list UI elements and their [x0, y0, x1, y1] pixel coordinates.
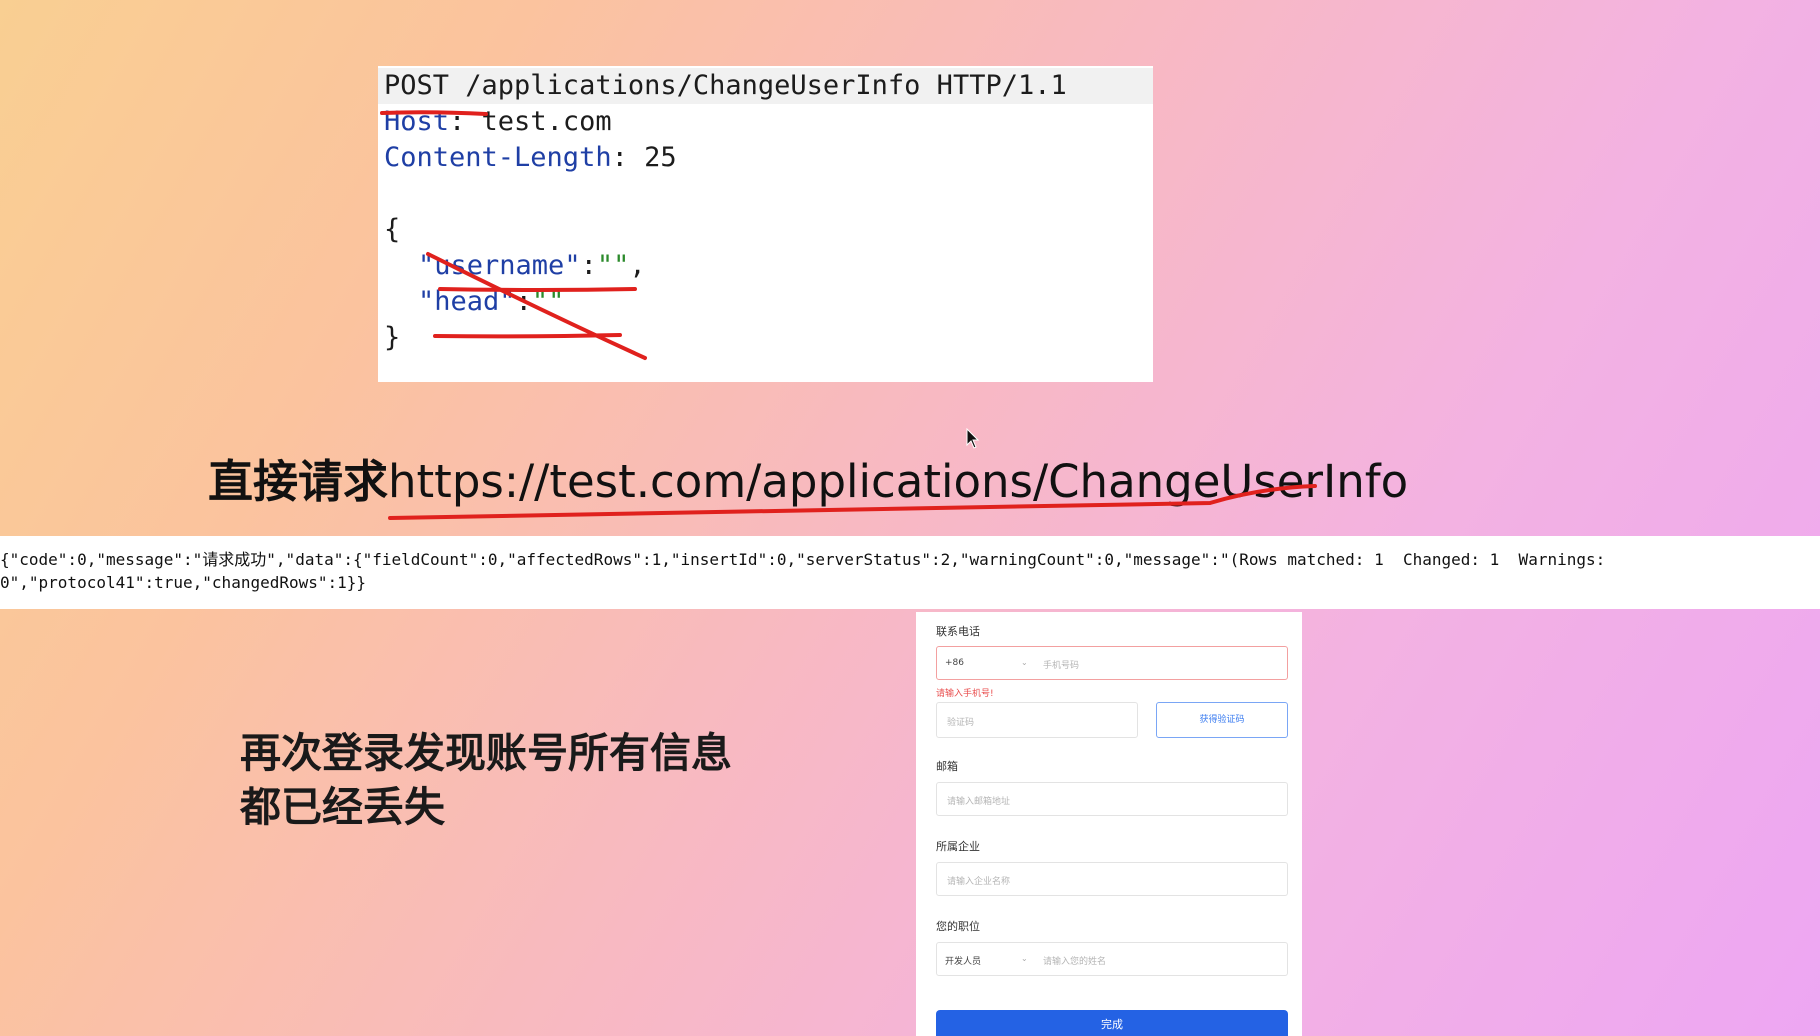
- response-line-1: {"code":0,"message":"请求成功","data":{"fiel…: [0, 550, 1606, 569]
- email-label: 邮箱: [936, 760, 958, 773]
- headline: 直接请求https://test.com/applications/Change…: [208, 452, 1408, 512]
- get-code-button[interactable]: 获得验证码: [1156, 702, 1288, 738]
- response-line-2: 0","protocol41":true,"changedRows":1}}: [0, 573, 367, 592]
- headline-prefix: 直接请求: [208, 455, 389, 508]
- host-key: Host: [384, 106, 450, 137]
- host-value: test.com: [481, 106, 612, 137]
- host-header: Host: test.com: [384, 106, 612, 137]
- chevron-down-icon: ⌄: [1021, 658, 1028, 667]
- head-field-line: "head":"": [418, 286, 565, 317]
- caption: 再次登录发现账号所有信息 都已经丢失: [240, 726, 732, 834]
- headline-url: https://test.com/applications/ChangeUser…: [388, 455, 1409, 508]
- http-request-snippet: POST /applications/ChangeUserInfo HTTP/1…: [378, 66, 1153, 382]
- country-code-select[interactable]: +86: [945, 658, 964, 668]
- company-label: 所属企业: [936, 840, 980, 853]
- profile-form: 联系电话 +86 ⌄ 手机号码 请输入手机号! 验证码 获得验证码 邮箱 请输入…: [916, 612, 1302, 1036]
- username-field: username: [434, 250, 565, 281]
- chevron-down-icon: ⌄: [1021, 954, 1028, 963]
- caption-line-1: 再次登录发现账号所有信息: [240, 729, 732, 777]
- head-field: head: [434, 286, 500, 317]
- position-input[interactable]: 开发人员 ⌄ 请输入您的姓名: [936, 942, 1288, 976]
- content-length-value: 25: [644, 142, 677, 173]
- close-brace: }: [384, 322, 401, 353]
- mouse-cursor-icon: [966, 428, 980, 449]
- phone-error: 请输入手机号!: [936, 689, 994, 699]
- name-placeholder: 请输入您的姓名: [1043, 957, 1107, 967]
- phone-placeholder: 手机号码: [1043, 661, 1080, 671]
- phone-label: 联系电话: [936, 625, 980, 638]
- email-placeholder: 请输入邮箱地址: [947, 797, 1011, 807]
- email-input[interactable]: 请输入邮箱地址: [936, 782, 1288, 816]
- request-line: POST /applications/ChangeUserInfo HTTP/1…: [378, 68, 1153, 104]
- verification-code-input[interactable]: 验证码: [936, 702, 1138, 738]
- content-length-key: Content-Length: [384, 142, 612, 173]
- position-select[interactable]: 开发人员: [945, 954, 981, 967]
- submit-button[interactable]: 完成: [936, 1010, 1288, 1036]
- slide: POST /applications/ChangeUserInfo HTTP/1…: [0, 0, 1820, 1036]
- response-output: {"code":0,"message":"请求成功","data":{"fiel…: [0, 536, 1820, 609]
- open-brace: {: [384, 214, 401, 245]
- phone-input[interactable]: +86 ⌄ 手机号码: [936, 646, 1288, 680]
- caption-line-2: 都已经丢失: [240, 783, 445, 831]
- company-placeholder: 请输入企业名称: [947, 877, 1011, 887]
- username-field-line: "username":"",: [418, 250, 646, 281]
- code-placeholder: 验证码: [947, 718, 975, 728]
- position-label: 您的职位: [936, 920, 980, 933]
- company-input[interactable]: 请输入企业名称: [936, 862, 1288, 896]
- content-length-header: Content-Length: 25: [384, 142, 677, 173]
